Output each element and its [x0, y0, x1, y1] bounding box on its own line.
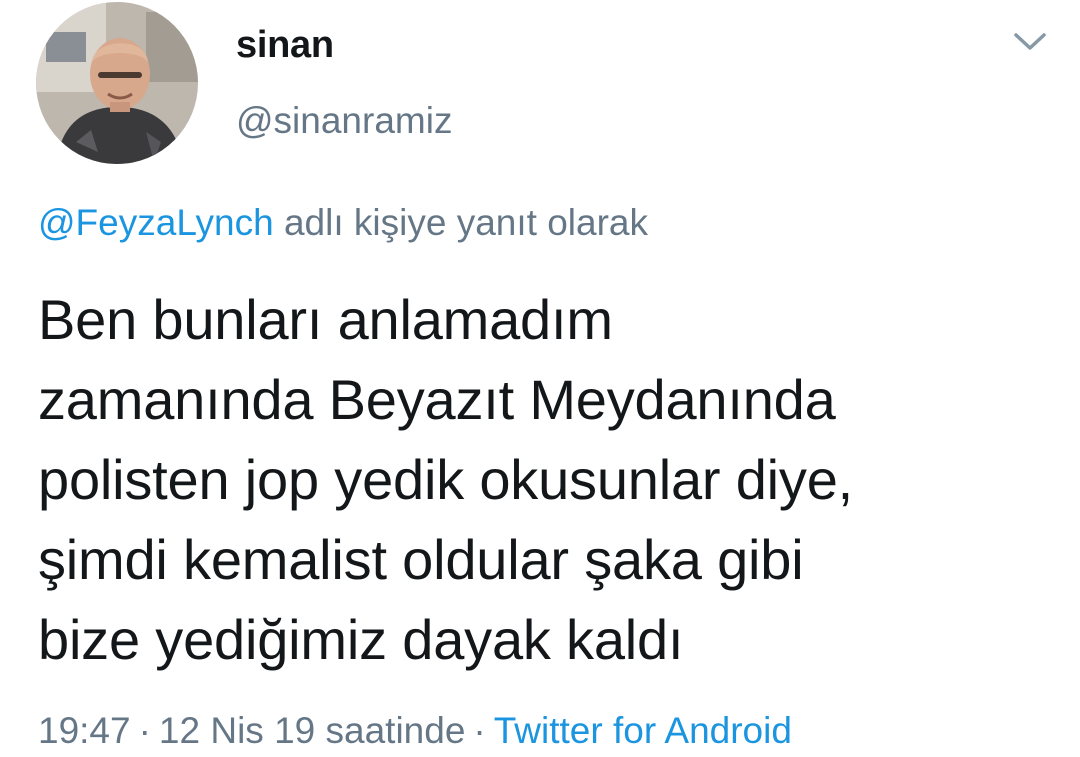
tweet-text-line: bize yediğimiz dayak kaldı: [38, 608, 684, 671]
tweet-text-line: şimdi kemalist oldular şaka gibi: [38, 528, 804, 591]
tweet-card: sinan @sinanramiz @FeyzaLynch adlı kişiy…: [0, 0, 1080, 757]
tweet-date[interactable]: 12 Nis 19 saatinde: [159, 710, 465, 751]
user-avatar[interactable]: [36, 2, 198, 164]
tweet-menu-button[interactable]: [1010, 26, 1050, 56]
reply-context: @FeyzaLynch adlı kişiye yanıt olarak: [38, 202, 648, 244]
reply-suffix-text: adlı kişiye yanıt olarak: [283, 202, 648, 243]
separator-dot: ·: [473, 710, 486, 751]
tweet-text-line: Ben bunları anlamadım: [38, 288, 613, 351]
separator-dot: ·: [138, 710, 151, 751]
tweet-source-link[interactable]: Twitter for Android: [494, 710, 792, 751]
tweet-metadata: 19:47 · 12 Nis 19 saatinde · Twitter for And…: [38, 710, 792, 752]
display-name[interactable]: sinan: [236, 24, 334, 67]
user-handle[interactable]: @sinanramiz: [236, 100, 452, 142]
tweet-text: Ben bunları anlamadım zamanında Beyazıt …: [38, 280, 1048, 680]
tweet-text-line: polisten jop yedik okusunlar diye,: [38, 448, 854, 511]
avatar-photo-icon: [36, 2, 198, 164]
reply-mention-link[interactable]: @FeyzaLynch: [38, 202, 274, 243]
tweet-text-line: zamanında Beyazıt Meydanında: [38, 368, 836, 431]
chevron-down-icon: [1014, 33, 1046, 50]
tweet-time[interactable]: 19:47: [38, 710, 131, 751]
